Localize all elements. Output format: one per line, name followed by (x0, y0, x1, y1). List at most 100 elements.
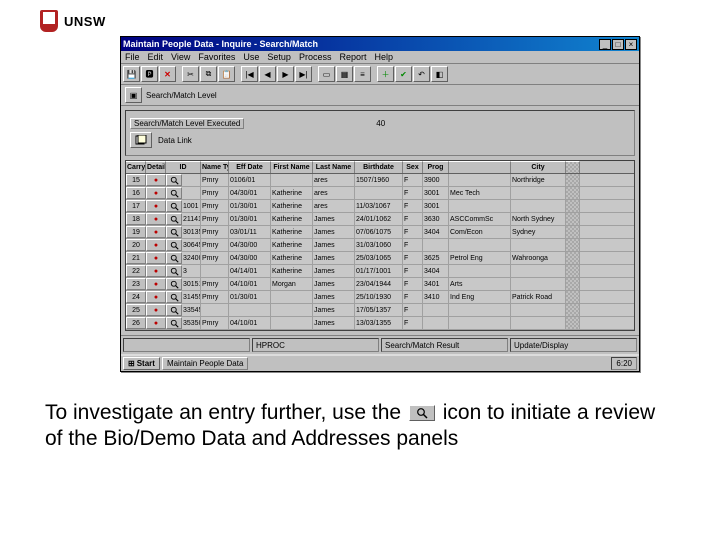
menu-favorites[interactable]: Favorites (198, 52, 235, 62)
check-icon[interactable]: ✔ (395, 66, 412, 82)
table-row[interactable]: 26●3535016Pmry04/10/01James13/03/1355F (126, 317, 634, 330)
data-link-label: Data Link (158, 136, 192, 145)
cell-sex: F (403, 213, 423, 225)
cell-sex: F (403, 200, 423, 212)
col-city[interactable]: City (511, 161, 566, 173)
row-carry-button[interactable]: ● (146, 317, 166, 329)
row-carry-button[interactable]: ● (146, 200, 166, 212)
undo-icon[interactable]: ↶ (413, 66, 430, 82)
col-birthdate[interactable]: Birthdate (355, 161, 403, 173)
nav-next-icon[interactable]: ▶ (277, 66, 294, 82)
row-carry-button[interactable]: ● (146, 278, 166, 290)
col-effdate[interactable]: Eff Date (229, 161, 271, 173)
menu-report[interactable]: Report (339, 52, 366, 62)
table-row[interactable]: 25●3354554James17/05/1357F (126, 304, 634, 317)
menu-view[interactable]: View (171, 52, 190, 62)
table-row[interactable]: 18●2114135Pmry01/30/01KatherineJames24/0… (126, 213, 634, 226)
row-carry-button[interactable]: ● (146, 252, 166, 264)
row-details-button[interactable] (166, 187, 182, 199)
cell-city (511, 317, 566, 329)
row-details-button[interactable] (166, 213, 182, 225)
nav-prev-icon[interactable]: ◀ (259, 66, 276, 82)
table-row[interactable]: 24●3145531Pmry01/30/01James25/10/1930F34… (126, 291, 634, 304)
row-carry-button[interactable]: ● (146, 265, 166, 277)
col-nametype[interactable]: Name Type (201, 161, 229, 173)
tool-a-icon[interactable]: ▭ (318, 66, 335, 82)
cell-plan (449, 200, 511, 212)
table-row[interactable]: 15●Pmry0106/01ares1507/1960F3900Northrid… (126, 174, 634, 187)
menu-setup[interactable]: Setup (267, 52, 291, 62)
row-details-button[interactable] (166, 200, 182, 212)
cell-city: Wahroonga (511, 252, 566, 264)
table-row[interactable]: 17●1001Pmry01/30/01Katherineares11/03/10… (126, 200, 634, 213)
col-firstname[interactable]: First Name (271, 161, 313, 173)
col-prog[interactable]: Prog (423, 161, 449, 173)
start-button[interactable]: ⊞ Start (123, 357, 160, 370)
table-row[interactable]: 19●3013534Pmry03/01/11KatherineJames07/0… (126, 226, 634, 239)
tool-c-icon[interactable]: ≡ (354, 66, 371, 82)
col-carry[interactable]: Carry ID (126, 161, 146, 173)
minimize-button[interactable]: _ (599, 39, 611, 50)
menu-help[interactable]: Help (374, 52, 393, 62)
col-plan[interactable] (449, 161, 511, 173)
cell-sex: F (403, 239, 423, 251)
save-icon[interactable]: 💾 (123, 66, 140, 82)
row-details-button[interactable] (166, 304, 182, 316)
row-carry-button[interactable]: ● (146, 304, 166, 316)
row-carry-button[interactable]: ● (146, 226, 166, 238)
cell-firstname: Katherine (271, 265, 313, 277)
row-carry-button[interactable]: ● (146, 291, 166, 303)
menu-use[interactable]: Use (243, 52, 259, 62)
row-carry-button[interactable]: ● (146, 239, 166, 251)
search-panel: Search/Match Level Executed 40 Data Link (125, 110, 635, 156)
nav-first-icon[interactable]: |◀ (241, 66, 258, 82)
cell-effdate: 04/30/00 (229, 252, 271, 264)
tool-b-icon[interactable]: ▦ (336, 66, 353, 82)
row-details-button[interactable] (166, 174, 182, 186)
shield-icon (40, 10, 58, 32)
table-row[interactable]: 16●Pmry04/30/01KatherinearesF3001Mec Tec… (126, 187, 634, 200)
paste-icon[interactable]: 📋 (218, 66, 235, 82)
row-details-button[interactable] (166, 239, 182, 251)
row-details-button[interactable] (166, 278, 182, 290)
close-button[interactable]: × (625, 39, 637, 50)
row-details-button[interactable] (166, 265, 182, 277)
row-details-button[interactable] (166, 291, 182, 303)
tool-d-icon[interactable]: ◧ (431, 66, 448, 82)
maximize-button[interactable]: □ (612, 39, 624, 50)
table-row[interactable]: 21●3240005Pmry04/30/00KatherineJames25/0… (126, 252, 634, 265)
print-icon[interactable]: 🅿 (141, 66, 158, 82)
col-details[interactable]: Details (146, 161, 166, 173)
table-row[interactable]: 20●3064501Pmry04/30/00KatherineJames31/0… (126, 239, 634, 252)
cancel-icon[interactable]: ✕ (159, 66, 176, 82)
data-link-button[interactable] (130, 132, 152, 148)
add-row-icon[interactable]: ＋ (377, 66, 394, 82)
row-carry-button[interactable]: ● (146, 187, 166, 199)
table-row[interactable]: 23●3015142Pmry04/10/01MorganJames23/04/1… (126, 278, 634, 291)
row-carry-button[interactable]: ● (146, 213, 166, 225)
scroll-spacer (566, 161, 580, 173)
panel-nav-icon[interactable]: ▣ (125, 87, 142, 103)
nav-last-icon[interactable]: ▶| (295, 66, 312, 82)
col-sex[interactable]: Sex (403, 161, 423, 173)
row-scroll-spacer (566, 239, 580, 251)
row-number: 20 (126, 239, 146, 251)
row-carry-button[interactable]: ● (146, 174, 166, 186)
cell-birthdate: 13/03/1355 (355, 317, 403, 329)
col-id[interactable]: ID (166, 161, 201, 173)
menu-process[interactable]: Process (299, 52, 332, 62)
row-details-button[interactable] (166, 317, 182, 329)
taskbar-app[interactable]: Maintain People Data (162, 357, 249, 370)
cell-firstname: Katherine (271, 226, 313, 238)
row-details-button[interactable] (166, 252, 182, 264)
cell-birthdate: 25/03/1065 (355, 252, 403, 264)
col-lastname[interactable]: Last Name (313, 161, 355, 173)
menu-edit[interactable]: Edit (148, 52, 164, 62)
menu-file[interactable]: File (125, 52, 140, 62)
copy-icon[interactable]: ⧉ (200, 66, 217, 82)
grid-header: Carry ID Details ID Name Type Eff Date F… (126, 161, 634, 174)
row-scroll-spacer (566, 291, 580, 303)
cut-icon[interactable]: ✂ (182, 66, 199, 82)
row-details-button[interactable] (166, 226, 182, 238)
table-row[interactable]: 22●304/14/01KatherineJames01/17/1001F340… (126, 265, 634, 278)
